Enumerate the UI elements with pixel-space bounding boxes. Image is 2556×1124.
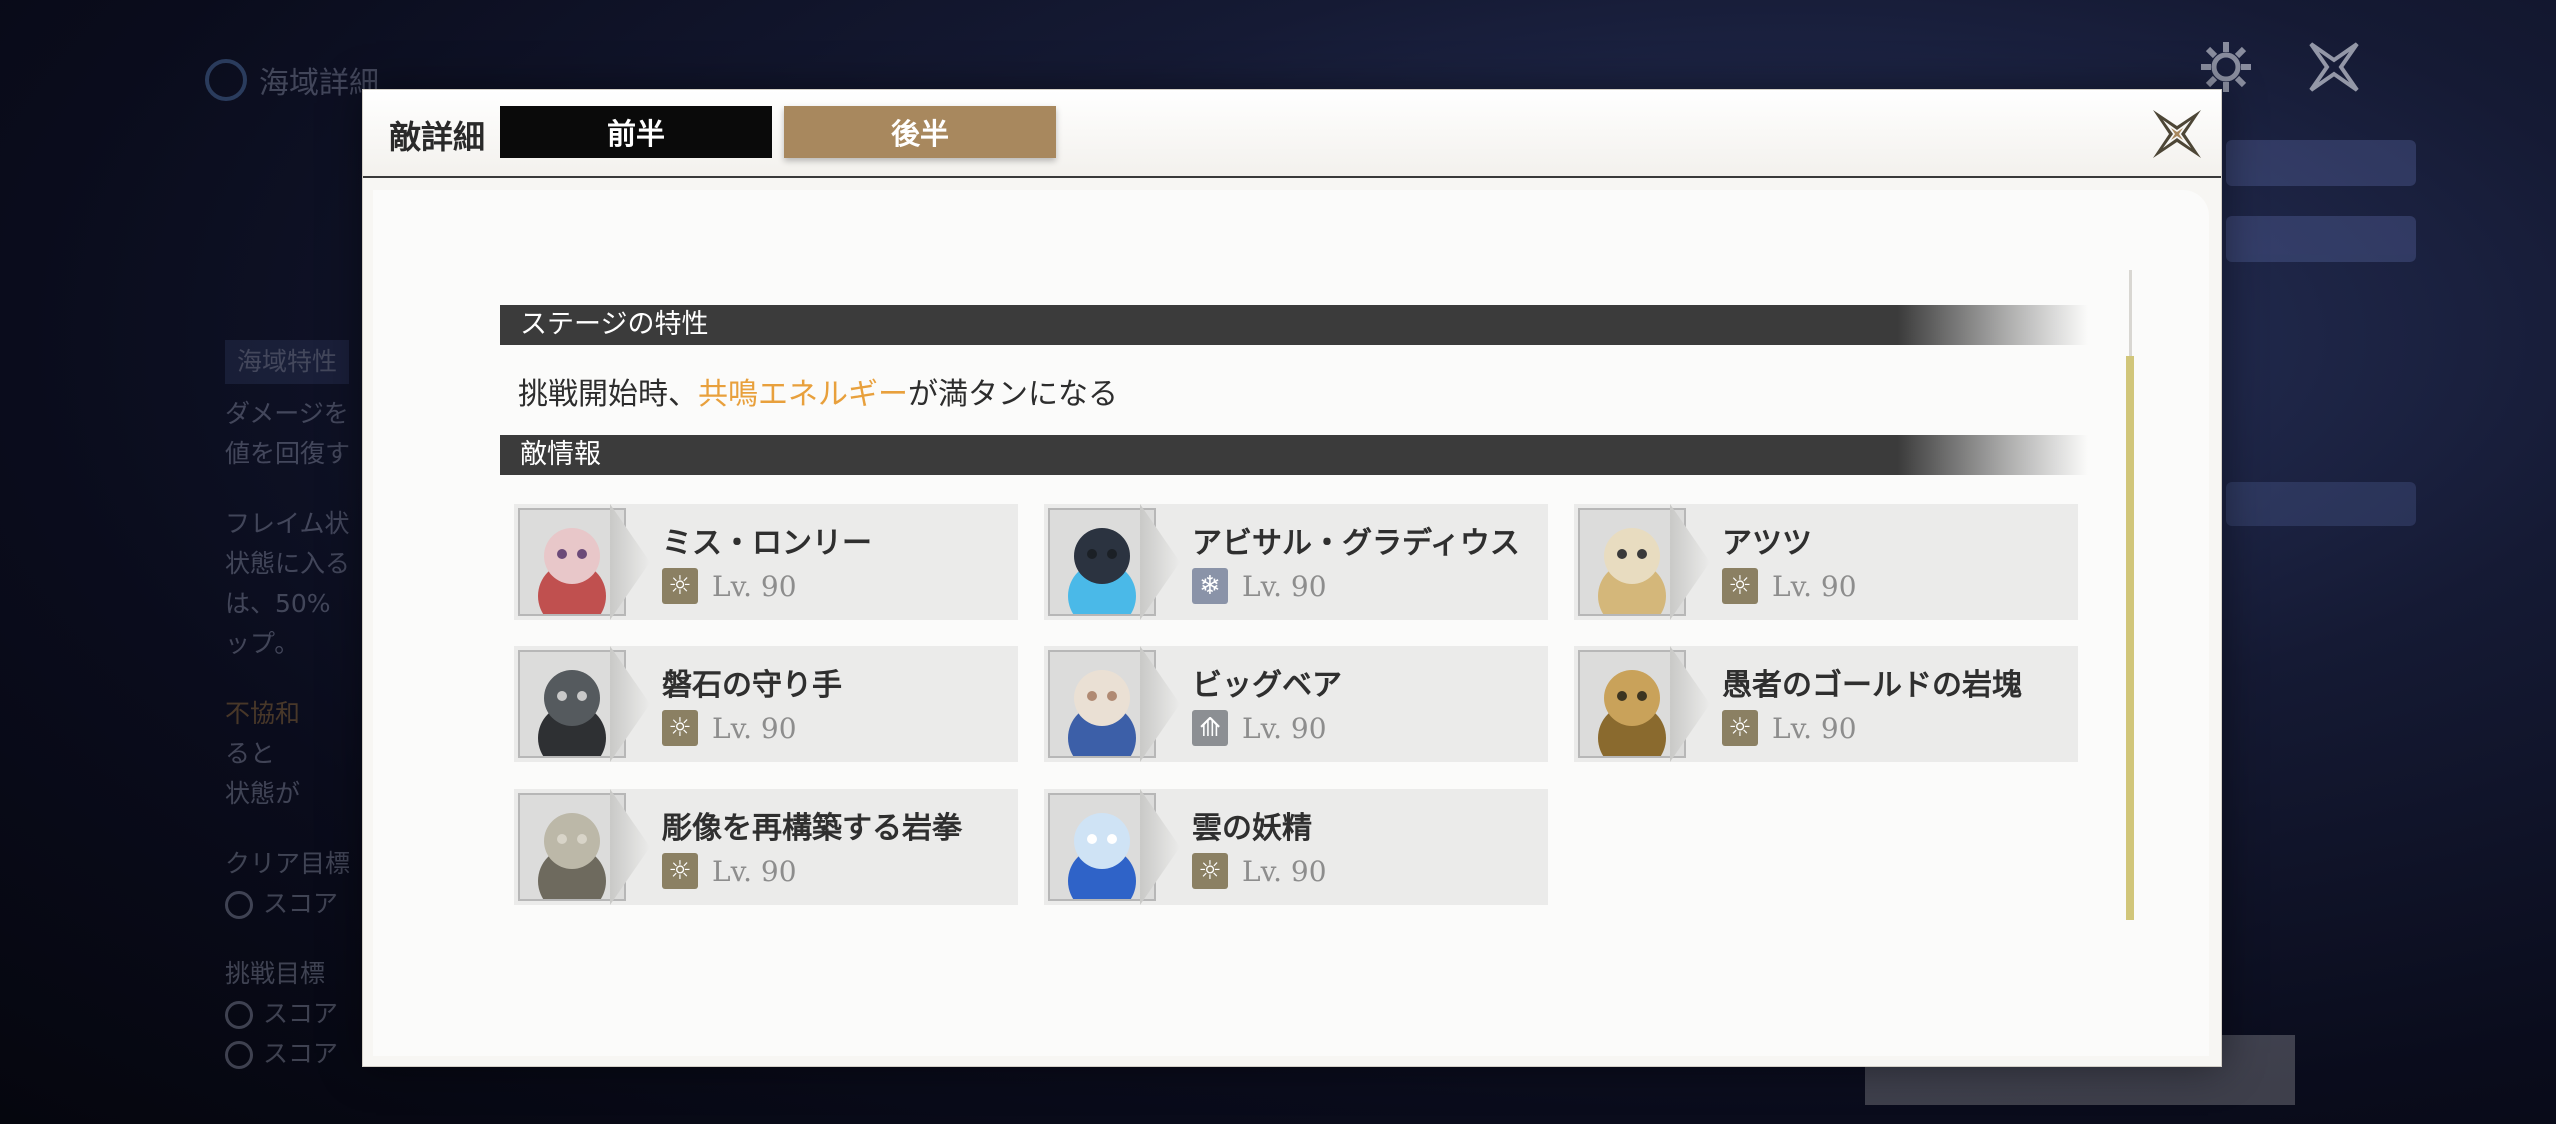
enemy-card[interactable]: アツツ ☼ Lv. 90	[1574, 504, 2078, 620]
background-pill	[2226, 482, 2416, 526]
enemy-portrait	[518, 508, 626, 616]
havoc-icon: ☼	[662, 568, 698, 604]
stage-desc-highlight: 共鳴エネルギー	[698, 377, 908, 412]
close-icon[interactable]	[2305, 38, 2363, 96]
glacio-icon: ❄	[1192, 568, 1228, 604]
enemy-card[interactable]: 雲の妖精 ☼ Lv. 90	[1044, 789, 1548, 905]
enemy-level: Lv. 90	[712, 570, 797, 603]
enemy-name: アビサル・グラディウス	[1192, 526, 1520, 561]
portrait-divider	[1670, 504, 1710, 620]
enemy-card[interactable]: 磐石の守り手 ☼ Lv. 90	[514, 646, 1018, 762]
modal-title: 敵詳細	[389, 118, 486, 156]
portrait-divider	[610, 789, 650, 905]
enemy-portrait	[518, 650, 626, 758]
enemy-card[interactable]: アビサル・グラディウス ❄ Lv. 90	[1044, 504, 1548, 620]
enemy-card[interactable]: ミス・ロンリー ☼ Lv. 90	[514, 504, 1018, 620]
havoc-icon: ☼	[662, 853, 698, 889]
havoc-icon: ☼	[1722, 710, 1758, 746]
enemy-portrait	[1048, 508, 1156, 616]
stage-trait-description: 挑戦開始時、共鳴エネルギーが満タンになる	[518, 369, 1118, 413]
stage-traits-header: ステージの特性	[500, 305, 2088, 345]
enemy-portrait	[518, 793, 626, 901]
close-icon	[2153, 110, 2201, 158]
background-pill	[2226, 216, 2416, 262]
portrait-divider	[1140, 789, 1180, 905]
background-pill	[2226, 140, 2416, 186]
enemy-portrait	[1578, 508, 1686, 616]
portrait-divider	[1140, 646, 1180, 762]
enemy-name: 愚者のゴールドの岩塊	[1722, 668, 2022, 703]
enemy-card[interactable]: 愚者のゴールドの岩塊 ☼ Lv. 90	[1574, 646, 2078, 762]
havoc-icon: ☼	[1192, 853, 1228, 889]
enemy-level: Lv. 90	[712, 712, 797, 745]
portrait-divider	[610, 504, 650, 620]
enemy-portrait	[1578, 650, 1686, 758]
scrollbar-thumb[interactable]	[2126, 356, 2134, 920]
background-sidebar-tag: 海域特性	[225, 340, 350, 384]
enemy-level: Lv. 90	[1772, 712, 1857, 745]
enemy-portrait	[1048, 650, 1156, 758]
enemy-portrait	[1048, 793, 1156, 901]
enemy-card[interactable]: 彫像を再構築する岩拳 ☼ Lv. 90	[514, 789, 1018, 905]
tab-first-half[interactable]: 前半	[500, 106, 772, 158]
modal-close-button[interactable]	[2149, 106, 2205, 162]
portrait-divider	[610, 646, 650, 762]
stage-desc-prefix: 挑戦開始時、	[518, 377, 698, 412]
aero-icon: ⟰	[1192, 710, 1228, 746]
enemy-card[interactable]: ビッグベア ⟰ Lv. 90	[1044, 646, 1548, 762]
stage-desc-suffix: が満タンになる	[908, 377, 1118, 412]
enemy-info-header: 敵情報	[500, 435, 2088, 475]
enemy-name: ビッグベア	[1192, 668, 1342, 703]
portrait-divider	[1670, 646, 1710, 762]
enemy-level: Lv. 90	[1242, 570, 1327, 603]
enemy-level: Lv. 90	[712, 855, 797, 888]
background-location-title: 海域詳細	[259, 66, 379, 101]
enemy-level: Lv. 90	[1772, 570, 1857, 603]
background-right-panel	[2226, 130, 2416, 556]
enemy-name: 磐石の守り手	[662, 668, 842, 703]
enemy-level: Lv. 90	[1242, 855, 1327, 888]
enemy-name: 雲の妖精	[1192, 811, 1312, 846]
enemy-name: ミス・ロンリー	[662, 526, 872, 561]
location-logo-icon	[205, 59, 247, 101]
portrait-divider	[1140, 504, 1180, 620]
enemy-name: アツツ	[1722, 526, 1812, 561]
tab-second-half[interactable]: 後半	[784, 106, 1056, 158]
background-location-header: 海域詳細	[205, 58, 379, 102]
gear-icon[interactable]	[2197, 38, 2255, 96]
enemy-level: Lv. 90	[1242, 712, 1327, 745]
havoc-icon: ☼	[662, 710, 698, 746]
havoc-icon: ☼	[1722, 568, 1758, 604]
enemy-name: 彫像を再構築する岩拳	[662, 811, 962, 846]
